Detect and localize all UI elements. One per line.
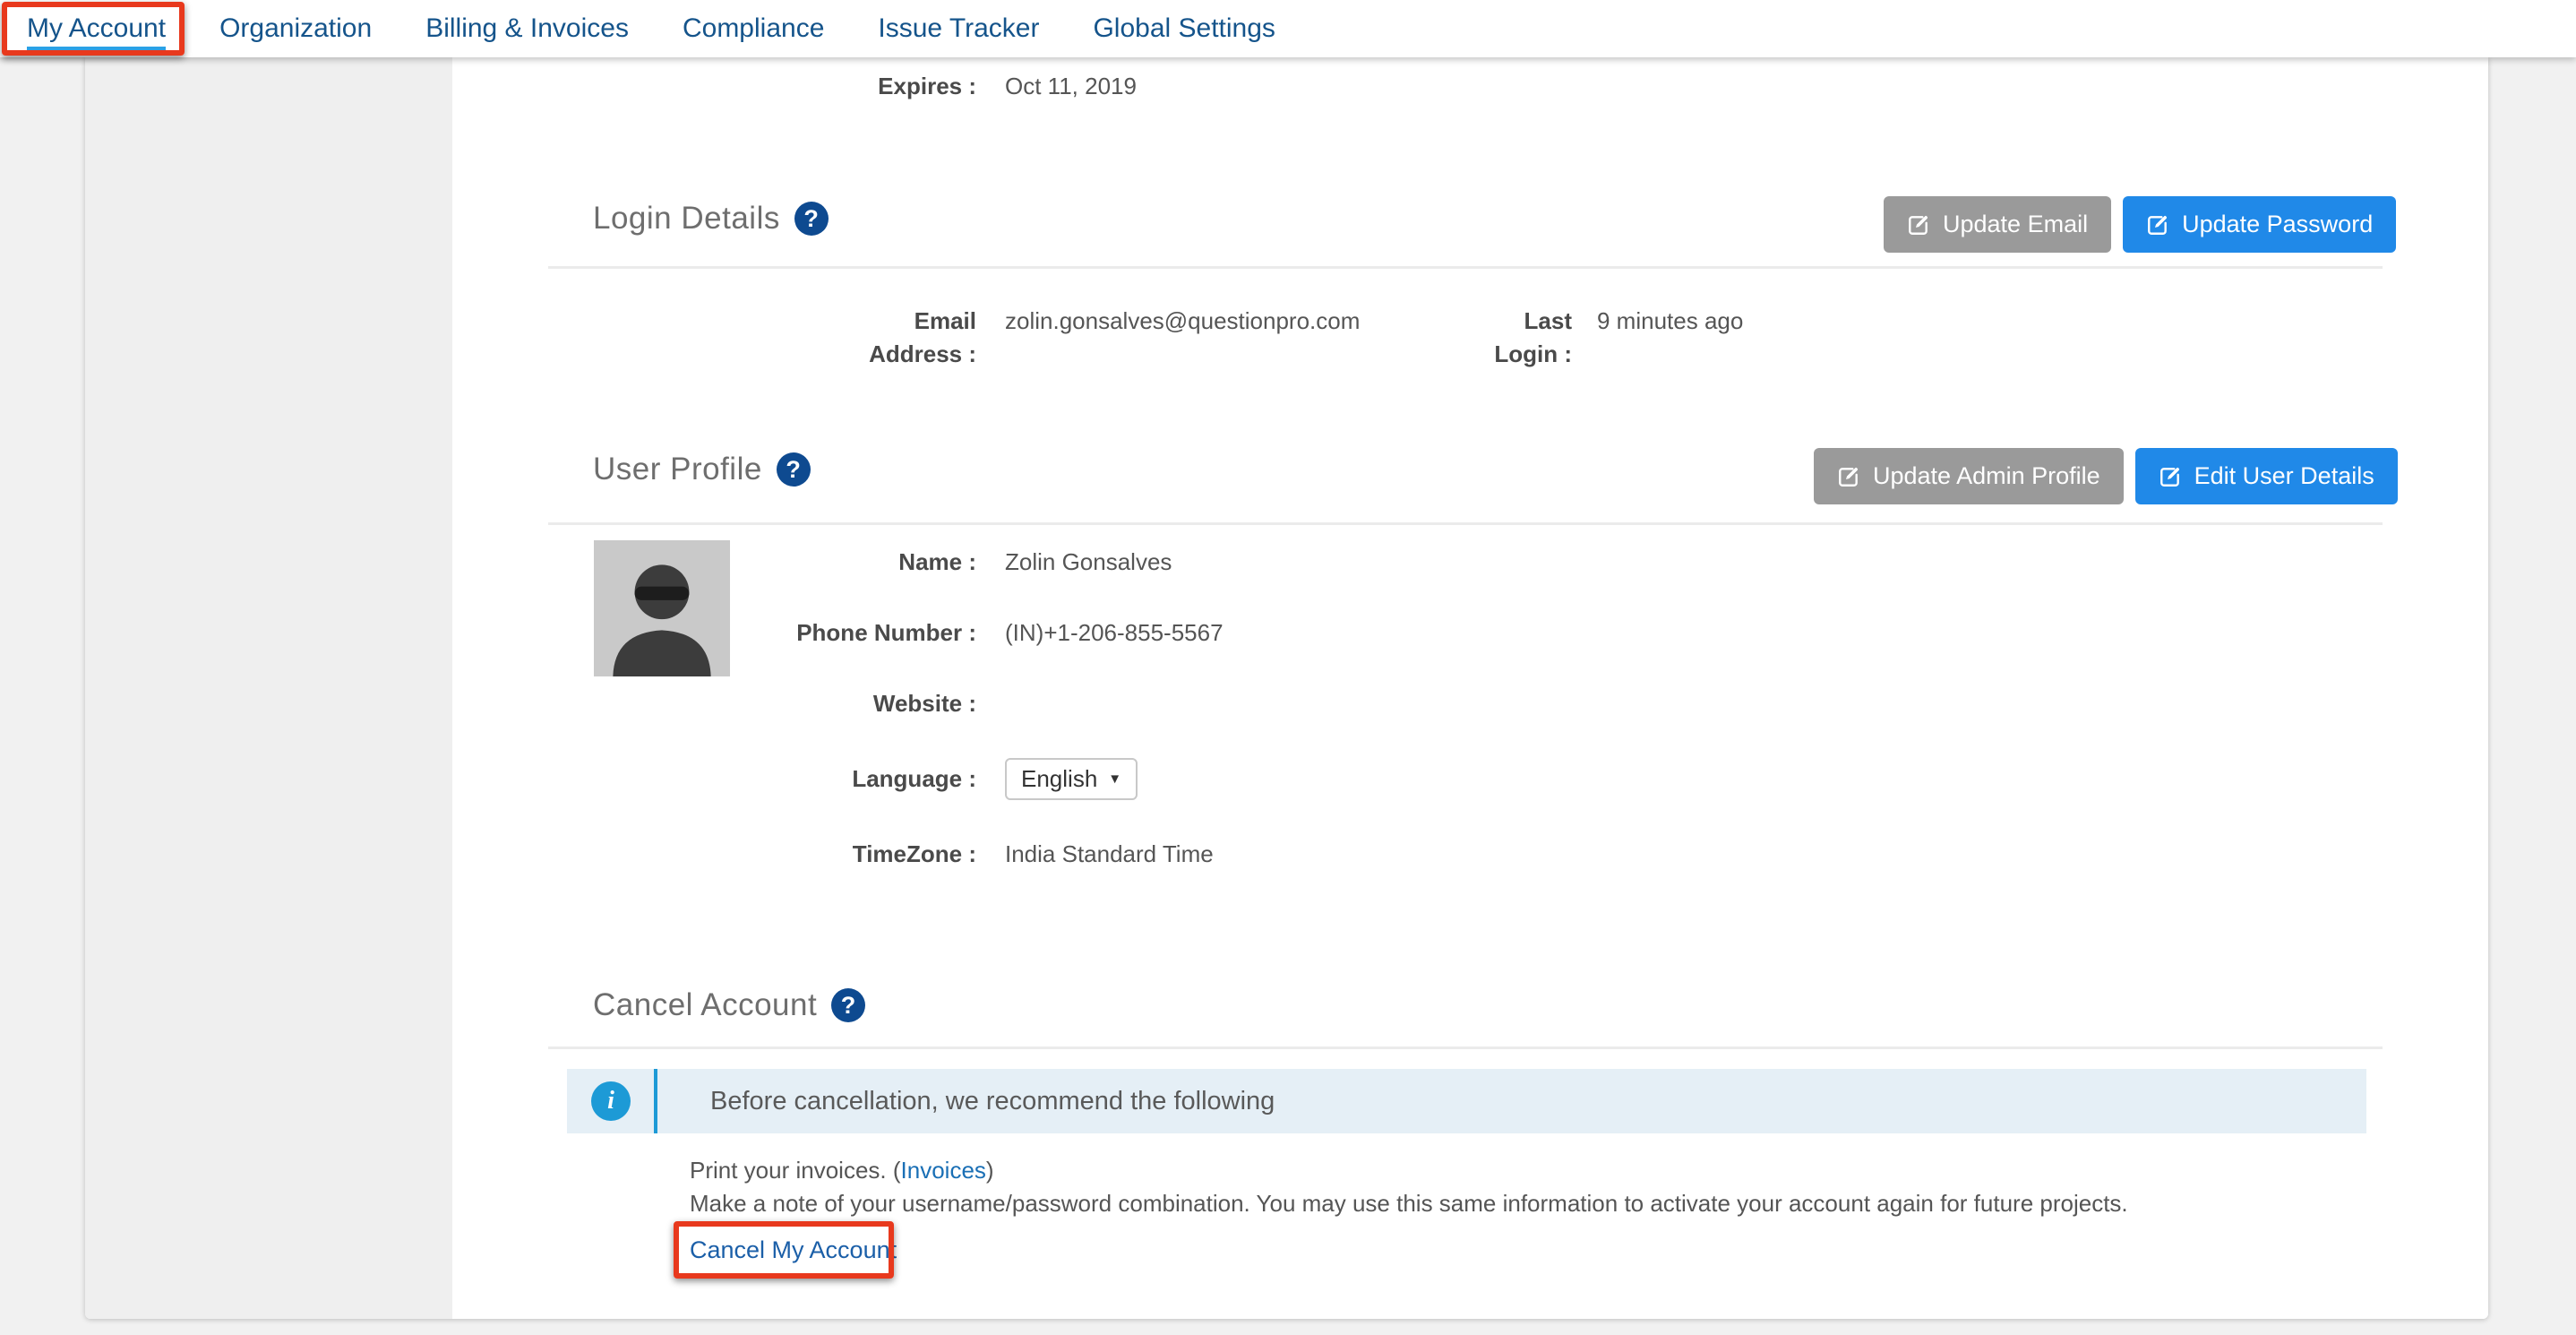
last-login-label: Last Login : <box>1482 305 1572 371</box>
main-panel: Expires : Oct 11, 2019 Login Details ? U… <box>452 57 2488 1319</box>
edit-icon <box>1907 213 1930 237</box>
name-label: Name : <box>752 546 976 579</box>
invoices-link[interactable]: Invoices <box>901 1157 986 1184</box>
user-profile-title-text: User Profile <box>593 452 762 487</box>
last-login-value: 9 minutes ago <box>1597 305 1743 338</box>
edit-user-details-label: Edit User Details <box>2194 462 2374 490</box>
nav-tab-billing-invoices[interactable]: Billing & Invoices <box>425 0 629 57</box>
update-admin-profile-label: Update Admin Profile <box>1873 462 2100 490</box>
language-selected-value: English <box>1021 765 1097 793</box>
expires-value: Oct 11, 2019 <box>1005 70 1137 103</box>
timezone-value: India Standard Time <box>1005 838 1214 871</box>
email-address-row: Email Address : zolin.gonsalves@question… <box>860 305 1360 371</box>
language-row: Language : English ▼ <box>752 758 1224 800</box>
last-login-row: Last Login : 9 minutes ago <box>1482 305 1743 371</box>
top-navigation: My Account Organization Billing & Invoic… <box>0 0 2576 57</box>
section-divider <box>548 522 2383 525</box>
update-email-button[interactable]: Update Email <box>1884 196 2111 253</box>
phone-label: Phone Number : <box>752 616 976 650</box>
nav-tab-issue-tracker[interactable]: Issue Tracker <box>878 0 1039 57</box>
info-icon: i <box>591 1081 631 1121</box>
phone-row: Phone Number : (IN)+1-206-855-5567 <box>752 616 1224 650</box>
cancel-instruction-line-2: Make a note of your username/password co… <box>690 1187 2128 1220</box>
user-profile-actions: Update Admin Profile Edit User Details <box>1814 448 2398 504</box>
chevron-down-icon: ▼ <box>1108 771 1121 787</box>
expires-label: Expires : <box>860 70 976 103</box>
edit-icon <box>1837 465 1860 488</box>
update-password-label: Update Password <box>2182 211 2373 238</box>
update-admin-profile-button[interactable]: Update Admin Profile <box>1814 448 2124 504</box>
login-details-title: Login Details ? <box>593 201 829 237</box>
name-value: Zolin Gonsalves <box>1005 546 1172 579</box>
nav-tab-my-account[interactable]: My Account <box>27 0 166 57</box>
name-row: Name : Zolin Gonsalves <box>752 546 1224 579</box>
cancel-account-title: Cancel Account ? <box>593 987 865 1023</box>
language-value-wrap: English ▼ <box>1005 758 1138 800</box>
nav-tab-compliance[interactable]: Compliance <box>683 0 824 57</box>
timezone-row: TimeZone : India Standard Time <box>752 838 1224 871</box>
edit-icon <box>2146 213 2169 237</box>
website-row: Website : <box>752 687 1224 720</box>
content-card: Expires : Oct 11, 2019 Login Details ? U… <box>85 57 2488 1319</box>
email-address-value: zolin.gonsalves@questionpro.com <box>1005 305 1360 338</box>
info-banner: i Before cancellation, we recommend the … <box>567 1069 2366 1133</box>
update-email-label: Update Email <box>1943 211 2088 238</box>
nav-tab-organization[interactable]: Organization <box>219 0 372 57</box>
help-icon[interactable]: ? <box>777 452 811 487</box>
cancel-account-title-text: Cancel Account <box>593 987 817 1023</box>
banner-text: Before cancellation, we recommend the fo… <box>710 1069 1275 1133</box>
user-profile-title: User Profile ? <box>593 452 811 487</box>
email-address-label: Email Address : <box>860 305 976 371</box>
update-password-button[interactable]: Update Password <box>2123 196 2396 253</box>
cancel-my-account-link[interactable]: Cancel My Account <box>690 1236 897 1264</box>
section-divider <box>548 1046 2383 1049</box>
login-details-title-text: Login Details <box>593 201 780 237</box>
line1-suffix: ) <box>986 1157 994 1184</box>
left-sidebar-panel <box>85 57 452 1319</box>
phone-value: (IN)+1-206-855-5567 <box>1005 616 1224 650</box>
language-dropdown[interactable]: English ▼ <box>1005 758 1138 800</box>
line1-prefix: Print your invoices. ( <box>690 1157 901 1184</box>
nav-tab-global-settings[interactable]: Global Settings <box>1093 0 1275 57</box>
login-details-actions: Update Email Update Password <box>1884 196 2396 253</box>
help-icon[interactable]: ? <box>794 202 829 236</box>
edit-icon <box>2159 465 2182 488</box>
section-divider <box>548 266 2383 269</box>
banner-divider-line <box>654 1069 657 1133</box>
help-icon[interactable]: ? <box>831 988 865 1022</box>
timezone-label: TimeZone : <box>752 838 976 871</box>
user-profile-fields: Name : Zolin Gonsalves Phone Number : (I… <box>752 546 1224 909</box>
person-silhouette-icon <box>594 540 730 676</box>
edit-user-details-button[interactable]: Edit User Details <box>2135 448 2398 504</box>
cancel-instruction-line-1: Print your invoices. (Invoices) <box>690 1154 2128 1187</box>
website-label: Website : <box>752 687 976 720</box>
profile-photo <box>594 540 730 676</box>
license-expires-row: Expires : Oct 11, 2019 <box>860 70 1137 103</box>
language-label: Language : <box>752 762 976 796</box>
cancel-instructions: Print your invoices. (Invoices) Make a n… <box>690 1154 2128 1220</box>
